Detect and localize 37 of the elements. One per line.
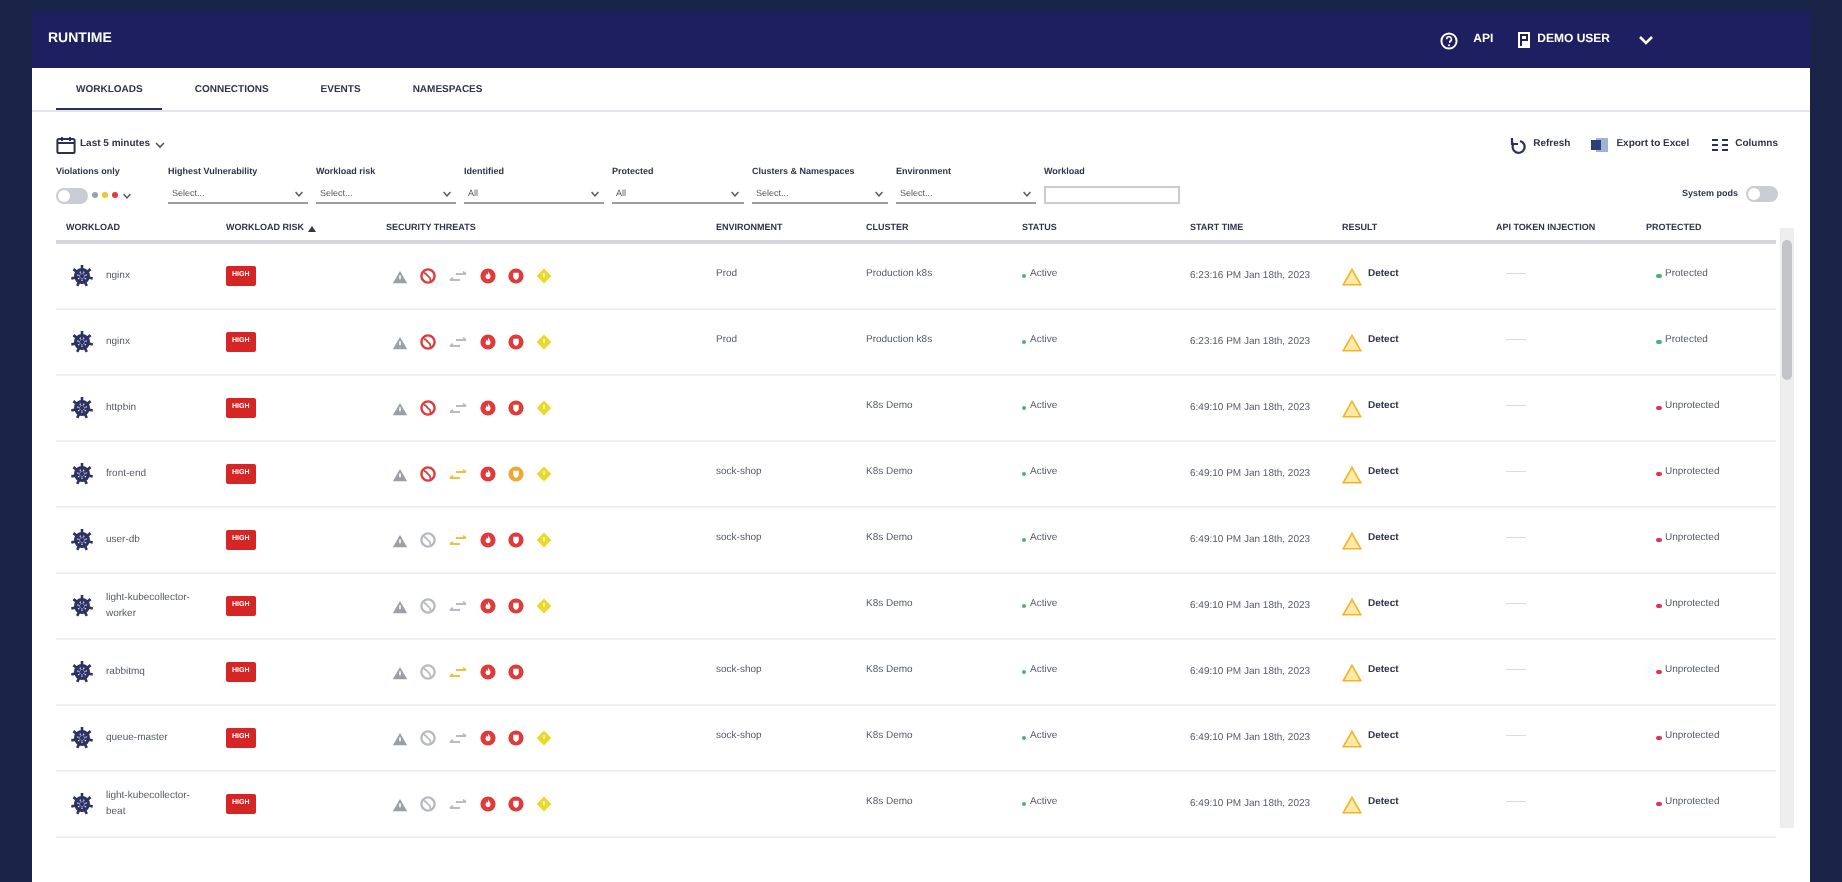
warning-icon [1342,663,1362,681]
chevron-down-icon [590,190,600,198]
warning-icon [1342,267,1362,285]
chevron-down-icon[interactable] [122,191,132,199]
toggle-switch[interactable] [1746,186,1778,202]
user-card-icon [1517,32,1532,48]
warning-icon [1342,795,1362,813]
warning-icon [1342,399,1362,417]
warning-icon [1342,333,1362,351]
spreadsheet-icon [1590,136,1611,154]
chevron-down-icon [442,190,452,198]
refresh-icon [1507,136,1528,154]
helm-wheel-icon [70,528,94,552]
helm-wheel-icon [70,330,94,354]
sort-ascending-icon[interactable] [308,225,316,231]
columns-icon [1709,136,1730,154]
text-input-field[interactable] [1044,186,1180,204]
helm-wheel-icon [70,396,94,420]
helm-wheel-icon [70,792,94,816]
help-icon[interactable] [1439,31,1458,49]
helm-wheel-icon [70,726,94,750]
chevron-down-icon [874,190,884,198]
warning-icon [1342,729,1362,747]
helm-wheel-icon [70,594,94,618]
chevron-down-icon [154,140,167,150]
warning-icon [1342,597,1362,615]
helm-wheel-icon [70,264,94,288]
toggle-switch[interactable] [56,187,88,203]
helm-wheel-icon [70,660,94,684]
calendar-icon [56,136,76,154]
chevron-down-icon [1022,190,1032,198]
helm-wheel-icon [70,462,94,486]
warning-icon [1342,531,1362,549]
warning-icon [1342,465,1362,483]
chevron-down-icon [730,190,740,198]
chevron-down-icon [294,190,304,198]
scrollbar[interactable] [1780,228,1794,828]
